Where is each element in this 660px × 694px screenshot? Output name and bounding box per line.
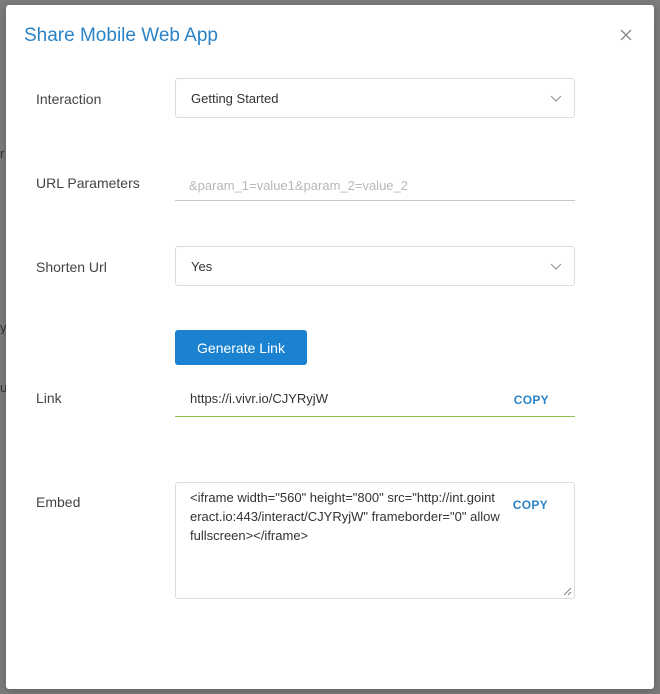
generate-link-button[interactable]: Generate Link	[175, 330, 307, 365]
close-button[interactable]	[618, 27, 634, 43]
chevron-down-icon	[550, 261, 562, 271]
link-field[interactable]: https://i.vivr.io/CJYRyjW COPY	[175, 385, 575, 417]
embed-label: Embed	[36, 494, 81, 510]
shorten-url-label: Shorten Url	[36, 259, 107, 275]
embed-copy-button[interactable]: COPY	[513, 498, 548, 512]
interaction-label: Interaction	[36, 91, 102, 107]
resize-handle-icon[interactable]	[563, 587, 572, 596]
link-value[interactable]: https://i.vivr.io/CJYRyjW	[190, 391, 328, 406]
url-parameters-input[interactable]	[175, 171, 575, 201]
modal-title: Share Mobile Web App	[24, 25, 218, 46]
embed-textarea[interactable]: <iframe width="560" height="800" src="ht…	[175, 482, 575, 599]
chevron-down-icon	[550, 93, 562, 103]
link-label: Link	[36, 390, 62, 406]
interaction-selected-value: Getting Started	[191, 91, 279, 106]
shorten-url-selected-value: Yes	[191, 259, 213, 274]
embed-code[interactable]: <iframe width="560" height="800" src="ht…	[190, 488, 500, 545]
close-icon	[618, 27, 634, 43]
interaction-select[interactable]: Getting Started	[175, 78, 575, 118]
url-parameters-label: URL Parameters	[36, 175, 140, 191]
shorten-url-select[interactable]: Yes	[175, 246, 575, 286]
share-modal: Share Mobile Web App Interaction Getting…	[6, 5, 654, 689]
link-copy-button[interactable]: COPY	[514, 393, 549, 407]
